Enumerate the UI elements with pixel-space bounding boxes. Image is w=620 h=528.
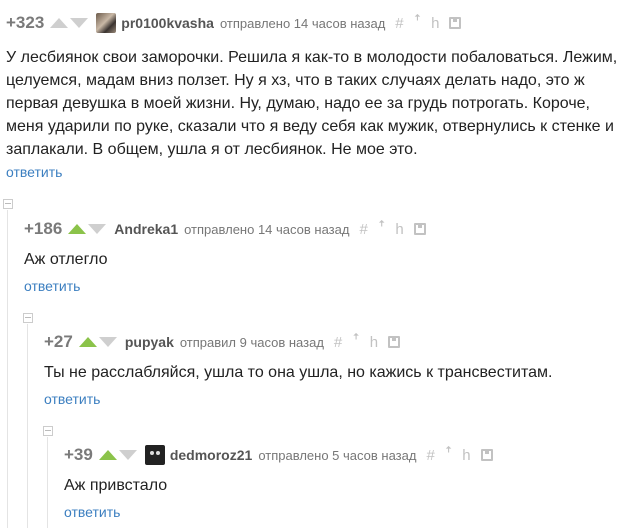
comment-text-line: меня ударили по руке, сказали что я веду… [6,118,614,135]
comment-tools: # ꜛ h [359,221,426,238]
comment-text-line: Аж отлегло [24,251,108,268]
vote-up-icon[interactable] [50,18,69,28]
comment-body: У лесбиянок свои заморочки. Решила я как… [6,46,617,161]
comment-header: +186 Andreka1 отправлено 14 часов назад … [24,216,426,242]
vote-down-icon[interactable] [88,224,107,234]
comment-timestamp: отправлено 14 часов назад [184,221,350,237]
thread-line [47,437,48,528]
username[interactable]: pr0100kvasha [121,15,214,31]
vote-down-icon[interactable] [98,337,117,347]
reply-link[interactable]: ответить [24,278,80,294]
link-hash-icon[interactable]: # [426,447,434,464]
comment-rating: +186 [24,219,63,238]
thread-line [7,210,8,528]
username[interactable]: pupyak [125,334,174,350]
vote-up-icon[interactable] [78,337,97,347]
thread-line [27,324,28,528]
collapse-icon[interactable] [3,199,13,209]
vote-up-icon[interactable] [68,224,87,234]
parent-arrow-icon[interactable]: ꜛ [352,334,360,351]
comment-tools: # ꜛ h [395,15,462,32]
comment-header: +323 pr0100kvasha отправлено 14 часов на… [6,10,462,36]
vote-down-icon[interactable] [70,18,89,28]
comment-body: Аж привстало [64,474,167,497]
comment-header: +39 dedmoroz21 отправлено 5 часов назад … [64,442,493,468]
comment-text-line: целуемся, мадам вниз ползет. Ну я хз, чт… [6,72,585,89]
parent-arrow-icon[interactable]: ꜛ [414,15,422,32]
parent-arrow-icon[interactable]: ꜛ [445,447,453,464]
comment-timestamp: отправлено 5 часов назад [258,447,417,463]
save-icon[interactable] [449,17,462,29]
save-icon[interactable] [480,449,493,461]
branch-icon[interactable]: h [462,447,470,464]
comment-rating: +39 [64,445,93,464]
comment-rating: +323 [6,13,45,32]
comment-text-line: заплакали. В общем, ушла я от лесбиянок.… [6,141,418,158]
link-hash-icon[interactable]: # [359,221,367,238]
link-hash-icon[interactable]: # [395,15,403,32]
collapse-icon[interactable] [23,313,33,323]
vote-up-icon[interactable] [98,450,117,460]
comment-tools: # ꜛ h [426,447,493,464]
comment-body: Аж отлегло [24,248,107,271]
username[interactable]: Andreka1 [114,221,178,237]
comment-timestamp: отправлено 14 часов назад [219,15,386,31]
link-hash-icon[interactable]: # [334,334,342,351]
avatar[interactable] [96,13,117,33]
reply-link[interactable]: ответить [6,164,62,180]
comment-timestamp: отправил 9 часов назад [179,334,324,350]
save-icon[interactable] [413,223,426,235]
vote-down-icon[interactable] [118,450,137,460]
username[interactable]: dedmoroz21 [170,447,252,463]
parent-arrow-icon[interactable]: ꜛ [378,221,386,238]
comment-rating: +27 [44,332,73,351]
comment-header: +27 pupyak отправил 9 часов назад # ꜛ h [44,329,401,355]
reply-link[interactable]: ответить [64,504,120,520]
reply-link[interactable]: ответить [44,391,100,407]
comment-body: Ты не расслабляйся, ушла то она ушла, но… [44,361,552,384]
save-icon[interactable] [388,336,401,348]
comment-text-line: первая девушка в моей жизни. Ну, думаю, … [6,95,590,112]
collapse-icon[interactable] [43,426,53,436]
comment-text-line: Аж привстало [64,477,168,494]
comment-text-line: Ты не расслабляйся, ушла то она ушла, но… [44,364,553,381]
branch-icon[interactable]: h [395,221,403,238]
branch-icon[interactable]: h [431,15,439,32]
comment-tools: # ꜛ h [334,334,401,351]
branch-icon[interactable]: h [370,334,378,351]
avatar[interactable] [144,445,165,465]
comment-text-line: У лесбиянок свои заморочки. Решила я как… [6,49,618,66]
